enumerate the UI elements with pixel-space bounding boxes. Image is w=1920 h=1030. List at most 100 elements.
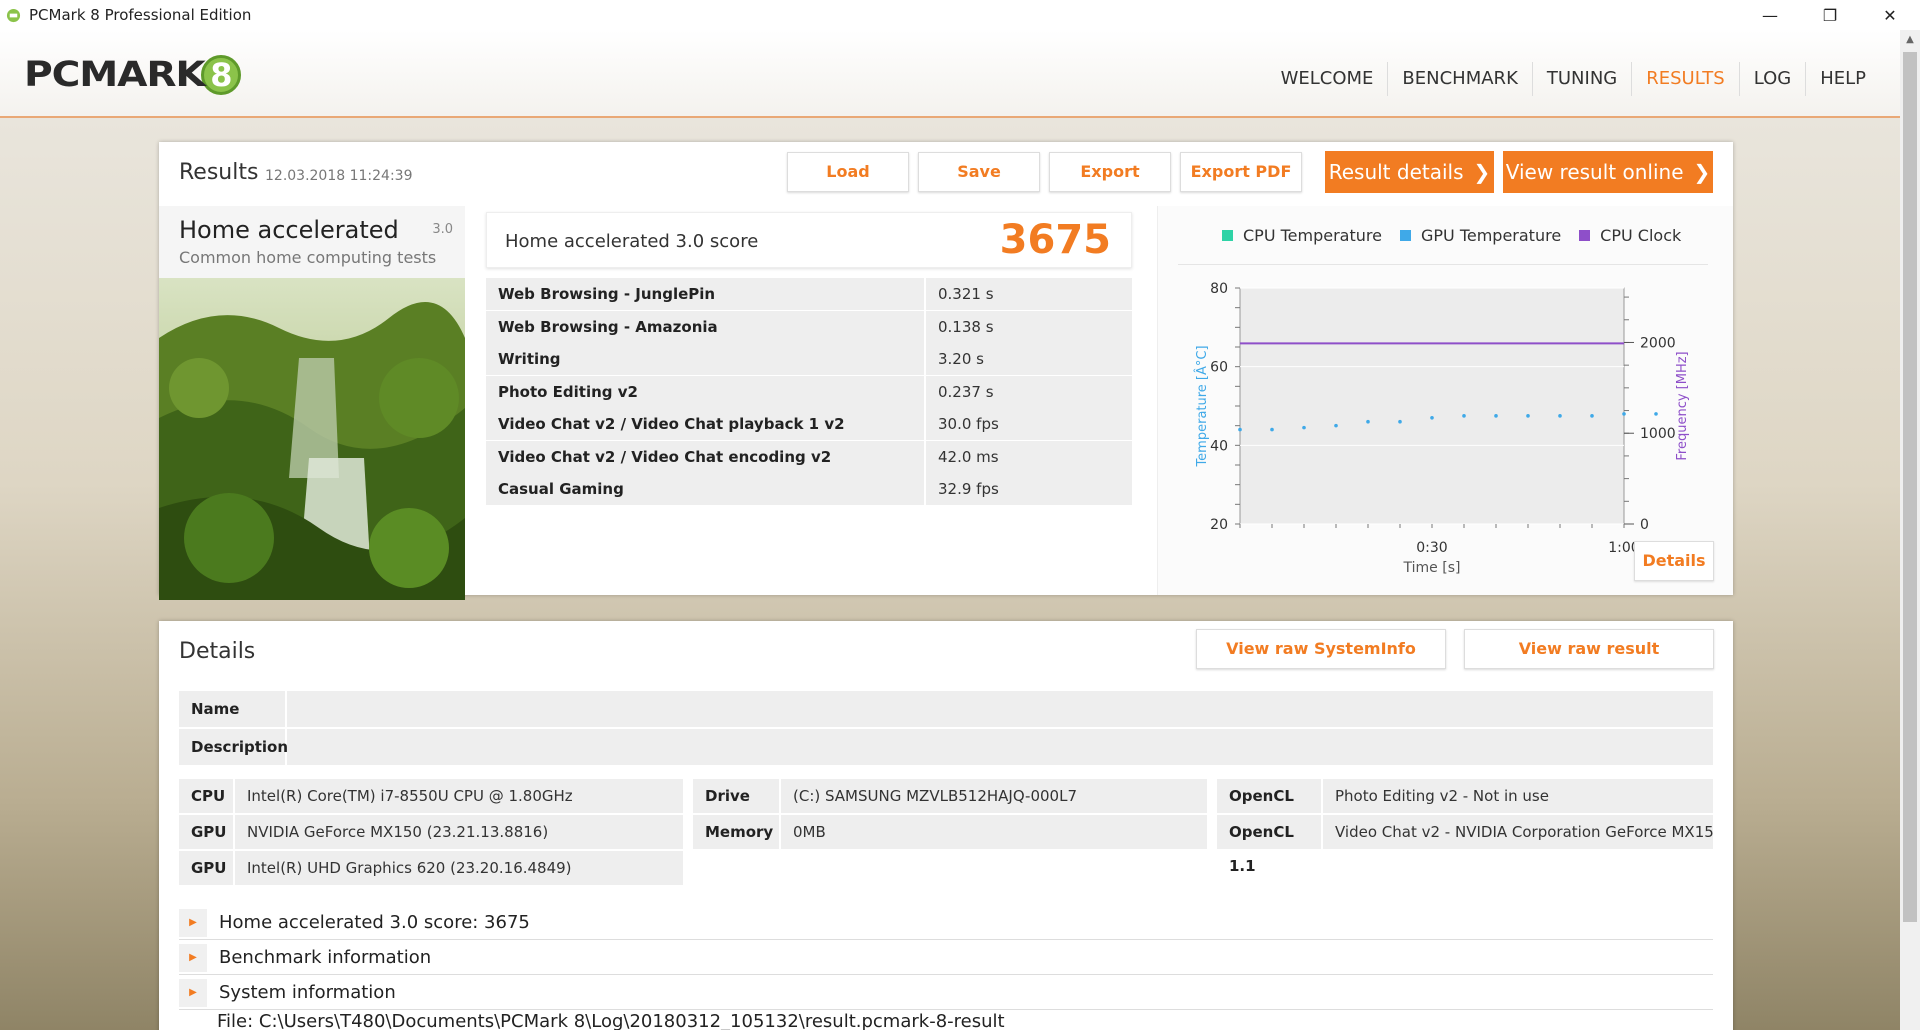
legend-label: GPU Temperature [1420, 226, 1562, 245]
plot-area [1239, 287, 1625, 525]
legend-item[interactable]: CPU Clock [1579, 226, 1681, 245]
expand-arrow-icon[interactable]: ▶ [179, 978, 207, 1007]
result-details-button[interactable]: Result details ❯ [1325, 151, 1494, 193]
save-button[interactable]: Save [918, 152, 1040, 192]
expander-row[interactable]: ▶ Home accelerated 3.0 score: 3675 [179, 906, 1713, 940]
hardware-info-label: OpenCL 1.1 [1217, 779, 1321, 839]
subscores-table: Web Browsing - JunglePin 0.321 s Web Brows… [486, 278, 1132, 506]
left-tick-label: 80 [1210, 281, 1228, 297]
close-button[interactable]: ✕ [1860, 0, 1920, 30]
load-button[interactable]: Load [787, 152, 909, 192]
hardware-column-2: Drive (C:) SAMSUNG MZVLB512HAJQ-000L7 Memo… [693, 779, 1207, 851]
chart-details-button[interactable]: Details [1634, 541, 1714, 581]
name-label: Name [179, 691, 285, 727]
subscore-row: Video Chat v2 / Video Chat playback 1 v2… [486, 408, 1132, 440]
gpu-temp-point [1590, 414, 1594, 418]
name-row: Name [179, 691, 1713, 727]
nav-tuning[interactable]: TUNING [1531, 62, 1631, 96]
hardware-info-label: CPU [179, 779, 233, 813]
left-tick-label: 20 [1210, 517, 1228, 533]
restore-button[interactable]: ❐ [1800, 0, 1860, 30]
legend-label: CPU Clock [1600, 226, 1682, 245]
hardware-info-row: Drive (C:) SAMSUNG MZVLB512HAJQ-000L7 [693, 779, 1207, 813]
main-nav: WELCOME BENCHMARK TUNING RESULTS LOG HELP [1267, 62, 1880, 96]
gpu-temp-point [1302, 425, 1306, 430]
scrollbar-thumb[interactable] [1903, 52, 1917, 922]
subscore-name: Casual Gaming [486, 473, 926, 505]
left-tick-label: 60 [1210, 360, 1228, 376]
legend-swatch [1222, 230, 1233, 241]
gpu-temp-point [1462, 414, 1466, 418]
subscore-row: Photo Editing v2 0.237 s [486, 375, 1132, 408]
subscore-value: 0.321 s [926, 278, 1132, 310]
gpu-temp-point [1334, 423, 1338, 428]
expander-row[interactable]: ▶ System information [179, 976, 1713, 1010]
view-raw-result-button[interactable]: View raw result [1464, 629, 1714, 669]
right-tick-label: 1000 [1640, 426, 1676, 442]
export-pdf-button[interactable]: Export PDF [1180, 152, 1302, 192]
subscore-name: Web Browsing - JunglePin [486, 278, 926, 310]
gpu-temp-point [1430, 416, 1434, 420]
score-value: 3675 [999, 217, 1111, 263]
right-tick-label: 2000 [1640, 335, 1676, 351]
result-details-label: Result details [1328, 160, 1464, 184]
subscore-row: Casual Gaming 32.9 fps [486, 473, 1132, 505]
x-axis-label: Time [s] [1403, 560, 1461, 576]
logo-badge: 8 [201, 55, 242, 95]
expander-row[interactable]: ▶ Benchmark information [179, 941, 1713, 975]
x-tick-label: 0:30 [1416, 540, 1447, 556]
title-bar: PCMark 8 Professional Edition — ❐ ✕ [0, 0, 1920, 30]
hardware-column-1: CPU Intel(R) Core(TM) i7-8550U CPU @ 1.80… [179, 779, 683, 887]
expand-arrow-icon[interactable]: ▶ [179, 908, 207, 937]
subscore-row: Web Browsing - JunglePin 0.321 s [486, 278, 1132, 310]
nav-results[interactable]: RESULTS [1631, 62, 1738, 96]
legend-label: CPU Temperature [1243, 226, 1382, 245]
expand-arrow-icon[interactable]: ▶ [179, 943, 207, 972]
chevron-right-icon: ❯ [1473, 160, 1491, 184]
hardware-column-3: OpenCL 1.1Photo Editing v2 - Not in useO… [1217, 779, 1713, 875]
legend-item[interactable]: CPU Temperature [1222, 226, 1382, 245]
chart-legend: CPU Temperature GPU Temperature CPU Clock [1222, 226, 1699, 245]
test-version: 3.0 [432, 222, 453, 237]
minimize-button[interactable]: — [1740, 0, 1800, 30]
result-file-path: File: C:\Users\T480\Documents\PCMark 8\L… [217, 1011, 1005, 1030]
gpu-temp-point [1398, 419, 1402, 424]
view-raw-sysinfo-button[interactable]: View raw SystemInfo [1196, 629, 1446, 669]
hardware-info-row: CPU Intel(R) Core(TM) i7-8550U CPU @ 1.80… [179, 779, 683, 813]
export-button[interactable]: Export [1049, 152, 1171, 192]
nav-welcome[interactable]: WELCOME [1267, 62, 1388, 96]
gpu-temp-point [1558, 414, 1562, 418]
scrollbar[interactable]: ▲ [1900, 30, 1920, 1030]
gpu-temp-point [1366, 419, 1370, 424]
pcmark-logo: PCMARK 8 [24, 50, 242, 100]
nav-log[interactable]: LOG [1738, 62, 1806, 96]
nav-help[interactable]: HELP [1805, 62, 1880, 96]
logo-text: PCMARK [24, 55, 206, 95]
description-value [287, 729, 1713, 765]
expander-label: System information [219, 982, 396, 1003]
hardware-info-row: GPU NVIDIA GeForce MX150 (23.21.13.8816) [179, 815, 683, 849]
hardware-info-label: Drive [693, 779, 779, 813]
subscore-value: 42.0 ms [926, 440, 1132, 473]
left-tick-label: 40 [1210, 438, 1228, 454]
view-online-button[interactable]: View result online ❯ [1503, 151, 1713, 193]
legend-divider [1178, 264, 1708, 265]
hardware-info-value: NVIDIA GeForce MX150 (23.21.13.8816) [235, 815, 683, 849]
nav-benchmark[interactable]: BENCHMARK [1387, 62, 1531, 96]
gpu-temp-point [1270, 427, 1274, 432]
test-card: Home accelerated 3.0 Common home computi… [159, 206, 465, 600]
hardware-info-label: OpenCL 1.1 [1217, 815, 1321, 875]
details-panel: Details View raw SystemInfo View raw res… [159, 621, 1733, 1030]
left-axis-label: Temperature [Â°C] [1194, 345, 1210, 467]
subscore-name: Web Browsing - Amazonia [486, 310, 926, 343]
results-date: 12.03.2018 11:24:39 [265, 168, 413, 184]
hardware-info-value: Intel(R) UHD Graphics 620 (23.20.16.4849… [235, 851, 683, 885]
description-label: Description [179, 729, 288, 765]
hardware-info-value: (C:) SAMSUNG MZVLB512HAJQ-000L7 [781, 779, 1207, 813]
scroll-up-icon[interactable]: ▲ [1900, 30, 1920, 50]
subscore-row: Web Browsing - Amazonia 0.138 s [486, 310, 1132, 343]
details-title: Details [179, 639, 256, 664]
legend-item[interactable]: GPU Temperature [1399, 226, 1562, 245]
hardware-info-row: OpenCL 1.1Photo Editing v2 - Not in use [1217, 779, 1713, 839]
subscore-name: Photo Editing v2 [486, 375, 926, 408]
